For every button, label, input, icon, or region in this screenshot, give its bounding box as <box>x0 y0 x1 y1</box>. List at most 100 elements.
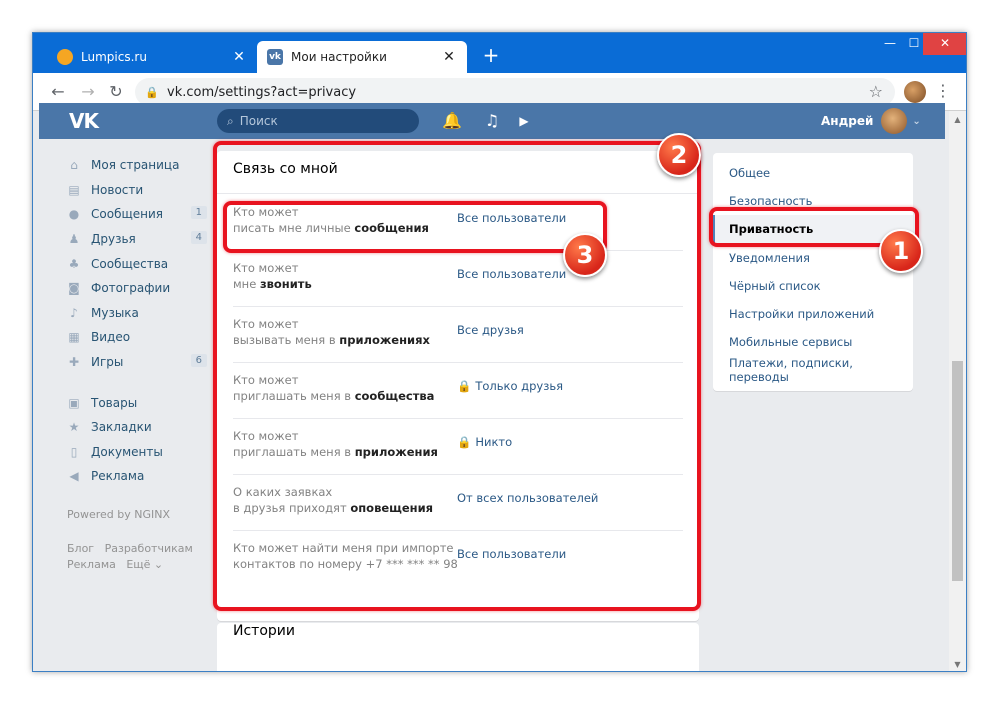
scroll-up-icon[interactable]: ▲ <box>949 111 966 128</box>
count-badge: 1 <box>190 206 207 220</box>
sidebar-item-messages[interactable]: ● Сообщения 1 <box>67 202 207 227</box>
sidebar-item-label: Фотографии <box>91 281 171 296</box>
settings-item-apps[interactable]: Настройки приложений <box>713 300 913 328</box>
sidebar-item-label: Товары <box>91 395 138 410</box>
bookmarks-icon: ★ <box>68 420 80 435</box>
lock-icon[interactable]: 🔒 <box>145 86 159 99</box>
sidebar-item-ads[interactable]: ◀ Реклама <box>67 464 207 489</box>
section-title: Истории <box>233 623 295 639</box>
news-icon: ▤ <box>68 182 80 197</box>
settings-item-general[interactable]: Общее <box>713 159 913 187</box>
vk-header: VK ⌕ Поиск 🔔 ♫ ▶ Андрей ⌄ <box>39 103 945 139</box>
close-window-button[interactable]: ✕ <box>923 33 966 55</box>
footer-link-ads[interactable]: Реклама <box>67 558 116 571</box>
video-icon: ▦ <box>68 330 80 345</box>
sidebar-item-goods[interactable]: ▣ Товары <box>67 390 207 415</box>
stories-section-card: Истории <box>217 623 699 671</box>
sidebar-item-label: Реклама <box>91 469 145 484</box>
count-badge: 6 <box>190 353 207 367</box>
close-tab-icon[interactable]: ✕ <box>441 49 457 65</box>
settings-item-mobile[interactable]: Мобильные сервисы <box>713 328 913 356</box>
forward-button[interactable]: → <box>77 81 99 103</box>
profile-avatar[interactable] <box>904 81 926 103</box>
scroll-down-icon[interactable]: ▼ <box>949 656 966 671</box>
sidebar-item-music[interactable]: ♪ Музыка <box>67 301 207 326</box>
count-badge: 4 <box>190 230 207 244</box>
menu-spacer <box>67 523 207 541</box>
music-icon: ♪ <box>70 305 78 320</box>
settings-item-blacklist[interactable]: Чёрный список <box>713 272 913 300</box>
friends-icon: ♟ <box>68 232 80 247</box>
sidebar-item-friends[interactable]: ♟ Друзья 4 <box>67 227 207 252</box>
settings-menu: Общее Безопасность Приватность Уведомлен… <box>713 153 913 391</box>
close-tab-icon[interactable]: ✕ <box>231 49 247 65</box>
vk-favicon-icon: vk <box>267 49 283 65</box>
sidebar-item-label: Закладки <box>91 420 152 435</box>
sidebar-item-label: Сообщества <box>91 256 169 271</box>
reload-button[interactable]: ↻ <box>105 81 127 103</box>
sidebar-item-label: Видео <box>91 330 131 345</box>
sidebar-item-news[interactable]: ▤ Новости <box>67 178 207 203</box>
documents-icon: ▯ <box>70 444 78 459</box>
sidebar-item-label: Друзья <box>91 232 136 247</box>
home-icon: ⌂ <box>70 158 78 173</box>
messages-icon: ● <box>68 207 80 222</box>
step-badge-1: 1 <box>879 229 923 273</box>
back-button[interactable]: ← <box>47 81 69 103</box>
browser-menu-icon[interactable]: ⋮ <box>935 81 951 100</box>
menu-divider <box>67 374 207 390</box>
url-text: vk.com/settings?act=privacy <box>167 84 357 100</box>
user-menu[interactable]: Андрей ⌄ <box>821 103 921 139</box>
photos-icon: ◙ <box>68 281 80 296</box>
groups-icon: ♣ <box>68 256 80 271</box>
goods-icon: ▣ <box>68 395 80 410</box>
tab-title: Мои настройки <box>291 50 387 64</box>
footer-link-more[interactable]: Ещё ⌄ <box>126 558 163 571</box>
footer-link-dev[interactable]: Разработчикам <box>105 542 193 555</box>
chevron-down-icon: ⌄ <box>912 115 921 127</box>
ads-icon: ◀ <box>69 469 79 484</box>
sidebar-item-my-page[interactable]: ⌂ Моя страница <box>67 153 207 178</box>
sidebar-item-photos[interactable]: ◙ Фотографии <box>67 276 207 301</box>
bookmark-star-icon[interactable]: ☆ <box>869 82 883 101</box>
left-menu: ⌂ Моя страница ▤ Новости ● Сообщения 1 ♟ Друз… <box>67 153 207 573</box>
play-icon[interactable]: ▶ <box>513 110 535 132</box>
sidebar-item-groups[interactable]: ♣ Сообщества <box>67 251 207 276</box>
lumpics-favicon-icon <box>57 49 73 65</box>
tab-settings[interactable]: vk Мои настройки ✕ <box>257 41 467 73</box>
tab-strip: Lumpics.ru ✕ vk Мои настройки ✕ + — ☐ ✕ <box>33 33 966 73</box>
search-icon: ⌕ <box>227 113 234 128</box>
sidebar-item-documents[interactable]: ▯ Документы <box>67 440 207 465</box>
games-icon: ✚ <box>68 355 80 370</box>
scrollbar-thumb[interactable] <box>952 361 963 581</box>
menu-spacer <box>67 489 207 507</box>
sidebar-item-video[interactable]: ▦ Видео <box>67 325 207 350</box>
highlight-messages-row <box>223 201 607 253</box>
sidebar-item-label: Сообщения <box>91 207 164 222</box>
sidebar-item-label: Игры <box>91 355 124 370</box>
step-badge-3: 3 <box>563 233 607 277</box>
tab-title: Lumpics.ru <box>81 50 147 64</box>
settings-item-payments[interactable]: Платежи, подписки, переводы <box>713 356 913 384</box>
footer-links: Блог Разработчикам Реклама Ещё ⌄ <box>67 541 207 573</box>
sidebar-item-label: Новости <box>91 182 144 197</box>
step-badge-2: 2 <box>657 133 701 177</box>
sidebar-item-label: Моя страница <box>91 158 180 173</box>
search-input[interactable]: ⌕ Поиск <box>217 109 419 133</box>
search-placeholder: Поиск <box>239 114 278 128</box>
powered-by-text: Powered by NGINX <box>67 507 171 521</box>
sidebar-item-label: Музыка <box>91 305 139 320</box>
tab-lumpics[interactable]: Lumpics.ru ✕ <box>47 41 257 73</box>
sidebar-item-bookmarks[interactable]: ★ Закладки <box>67 415 207 440</box>
footer-link-blog[interactable]: Блог <box>67 542 94 555</box>
vk-logo[interactable]: VK <box>69 109 99 133</box>
sidebar-item-games[interactable]: ✚ Игры 6 <box>67 350 207 375</box>
music-note-icon[interactable]: ♫ <box>481 110 503 132</box>
address-bar[interactable]: 🔒 vk.com/settings?act=privacy ☆ <box>135 78 895 106</box>
browser-window: Lumpics.ru ✕ vk Мои настройки ✕ + — ☐ ✕ … <box>32 32 967 672</box>
user-name: Андрей <box>821 114 874 128</box>
page-scrollbar[interactable]: ▲ ▼ <box>949 111 966 671</box>
bell-icon[interactable]: 🔔 <box>441 110 463 132</box>
new-tab-button[interactable]: + <box>479 43 503 67</box>
user-avatar <box>881 108 908 134</box>
